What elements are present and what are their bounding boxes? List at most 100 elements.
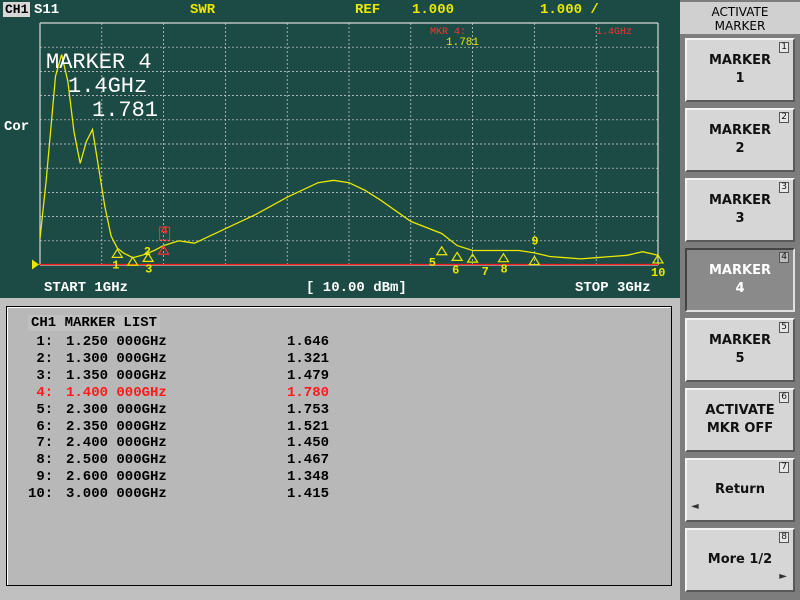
marker-value: 1.753 [287, 401, 330, 418]
marker-index: 8: [28, 452, 54, 469]
reference-arrow-icon [32, 259, 39, 270]
softkey-6[interactable]: ACTIVATE MKR OFF 6 [685, 388, 795, 452]
marker-list-row[interactable]: 2: 1.300 000GHz 1.321 [0, 351, 680, 368]
softkey-title-line1: ACTIVATE [711, 5, 769, 19]
softkey-menu-title: ACTIVATE MARKER [680, 2, 800, 34]
softkey-label-line2: 5 [735, 351, 745, 366]
marker-value: 1.479 [287, 367, 330, 384]
marker-index: 10: [28, 486, 54, 503]
marker-set: 123456 7 8910 [111, 224, 665, 280]
marker-index: 6: [28, 418, 54, 435]
marker-list-row[interactable]: 8: 2.500 000GHz 1.467 [0, 452, 680, 469]
marker-3-label: 3 [145, 262, 152, 276]
marker-list-row[interactable]: 6: 2.350 000GHz 1.521 [0, 419, 680, 436]
softkey-label-line1: MARKER [709, 123, 771, 138]
softkey-5[interactable]: MARKER 5 5 [685, 318, 795, 382]
top-marker-freq: 1.4GHz [596, 27, 632, 38]
softkey-number: 2 [779, 112, 789, 123]
marker-index: 1: [28, 334, 54, 350]
softkey-label-line1: MARKER [709, 193, 771, 208]
marker-frequency: 1.250 000GHz [66, 334, 167, 350]
marker-frequency: 2.500 000GHz [66, 452, 167, 469]
channel-badge[interactable]: CH1 [3, 2, 31, 17]
marker-list-row[interactable]: 5: 2.300 000GHz 1.753 [0, 402, 680, 419]
softkey-4[interactable]: MARKER 4 4 [685, 248, 795, 312]
right-arrow-icon: ► [779, 571, 787, 582]
start-frequency: START 1GHz [44, 280, 129, 296]
softkey-number: 1 [779, 42, 789, 53]
marker-index: 2: [28, 350, 54, 367]
marker-index: 5: [28, 401, 54, 418]
marker-list-row[interactable]: 9: 2.600 000GHz 1.348 [0, 469, 680, 486]
marker-frequency: 2.350 000GHz [66, 418, 167, 435]
stop-frequency: STOP 3GHz [575, 280, 651, 296]
marker-value: 1.646 [287, 334, 330, 350]
scale-value: 1.000 / [540, 2, 599, 18]
marker-list-title: CH1 MARKER LIST [28, 315, 161, 331]
softkey-label-line2: 1 [735, 71, 745, 86]
softkey-label-line1: MARKER [709, 263, 771, 278]
marker-value: 1.348 [287, 469, 330, 486]
marker-6-symbol[interactable] [451, 251, 464, 261]
marker-frequency: 2.300 000GHz [66, 401, 167, 418]
marker-value: 1.321 [287, 350, 330, 367]
marker-value: 1.780 [287, 384, 330, 401]
marker-value: 1.521 [287, 418, 330, 435]
softkey-1[interactable]: MARKER 1 1 [685, 38, 795, 102]
softkey-label-line1: Return [715, 482, 765, 497]
marker-value: 1.450 [287, 435, 330, 452]
softkey-label-line2: 3 [735, 211, 745, 226]
marker-frequency: 1.300 000GHz [66, 350, 167, 367]
softkey-number: 7 [779, 462, 789, 473]
marker-readout-freq: 1.4GHz [68, 74, 147, 99]
marker-8-label: 8 [501, 263, 508, 277]
marker-list-row[interactable]: 10: 3.000 000GHz 1.415 [0, 486, 680, 503]
marker-index: 9: [28, 469, 54, 486]
trace-chart: 123456 7 8910 MKR 4: 1.781 1.4GHz MARKER 4… [32, 22, 665, 280]
parameter-label: S11 [34, 2, 60, 18]
softkey-number: 4 [779, 252, 789, 263]
softkey-number: 8 [779, 532, 789, 543]
source-power: [ 10.00 dBm] [306, 280, 407, 296]
softkey-label-line2: MKR OFF [706, 421, 774, 436]
marker-5-label: 5 [429, 256, 436, 270]
softkey-label-line2: 2 [735, 141, 745, 156]
softkey-8[interactable]: More 1/2 8 ► [685, 528, 795, 592]
softkey-3[interactable]: MARKER 3 3 [685, 178, 795, 242]
softkey-2[interactable]: MARKER 2 2 [685, 108, 795, 172]
marker-7-label: 7 [482, 265, 489, 279]
marker-readout-name: MARKER 4 [46, 50, 152, 75]
marker-list-row[interactable]: 7: 2.400 000GHz 1.450 [0, 435, 680, 452]
left-arrow-icon: ◄ [691, 501, 699, 512]
marker-8-symbol[interactable] [497, 252, 510, 263]
marker-list-row[interactable]: 4: 1.400 000GHz 1.780 [0, 385, 680, 402]
marker-value: 1.415 [287, 486, 330, 503]
top-marker-value: 1.781 [446, 37, 479, 49]
softkey-number: 5 [779, 322, 789, 333]
softkey-label-line1: More 1/2 [707, 552, 773, 567]
marker-list-row[interactable]: 3: 1.350 000GHz 1.479 [0, 368, 680, 385]
marker-frequency: 3.000 000GHz [66, 486, 167, 503]
marker-1-label: 1 [112, 258, 119, 272]
marker-value: 1.467 [287, 452, 330, 469]
marker-5-symbol[interactable] [435, 245, 448, 256]
format-label: SWR [190, 2, 216, 18]
marker-index: 4: [28, 384, 54, 401]
softkey-label-line1: MARKER [709, 333, 771, 348]
marker-6-label: 6 [452, 263, 459, 277]
marker-frequency: 2.600 000GHz [66, 469, 167, 486]
ref-label: REF [355, 2, 381, 18]
softkey-label-line1: ACTIVATE [705, 403, 775, 418]
softkey-number: 3 [779, 182, 789, 193]
softkey-label-line1: MARKER [709, 53, 771, 68]
marker-frequency: 2.400 000GHz [66, 435, 167, 452]
marker-index: 3: [28, 367, 54, 384]
marker-list-row[interactable]: 1: 1.250 000GHz 1.646 [0, 334, 680, 351]
marker-readout-value: 1.781 [92, 98, 158, 123]
marker-frequency: 1.350 000GHz [66, 367, 167, 384]
marker-4-label: 4 [161, 224, 168, 238]
softkey-7[interactable]: Return 7 ◄ [685, 458, 795, 522]
marker-frequency: 1.400 000GHz [66, 384, 167, 401]
ref-value: 1.000 [412, 2, 455, 18]
softkey-label-line2: 4 [735, 281, 745, 296]
